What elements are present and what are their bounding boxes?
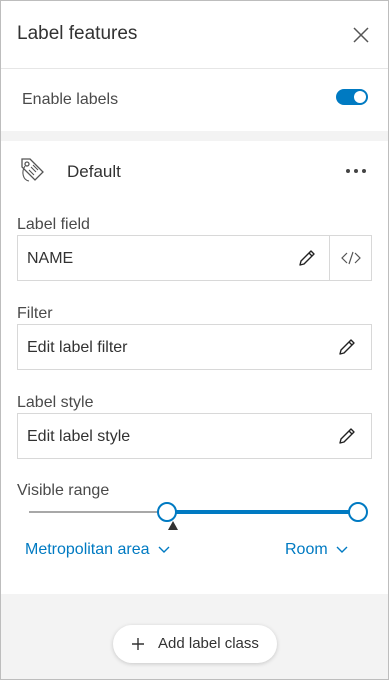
slider-min-thumb[interactable] bbox=[157, 502, 177, 522]
label-features-panel: Label features Enable labels Default Lab… bbox=[0, 0, 389, 680]
slider-max-thumb[interactable] bbox=[348, 502, 368, 522]
filter-value: Edit label filter bbox=[27, 339, 128, 356]
plus-icon bbox=[132, 638, 144, 650]
chevron-down-icon bbox=[336, 546, 348, 553]
tag-icon bbox=[21, 158, 44, 182]
max-scale-label: Room bbox=[285, 541, 328, 558]
more-icon bbox=[346, 169, 366, 173]
enable-labels-row: Enable labels bbox=[1, 69, 388, 131]
toggle-knob bbox=[354, 91, 366, 103]
enable-labels-label: Enable labels bbox=[22, 91, 119, 108]
panel-header: Label features bbox=[1, 1, 388, 69]
pencil-icon[interactable] bbox=[337, 426, 357, 446]
label-class-card: Default Label field NAME Filter Edit lab… bbox=[1, 141, 388, 594]
close-icon bbox=[353, 27, 369, 43]
visible-range-slider[interactable] bbox=[17, 501, 372, 530]
label-field-input[interactable]: NAME bbox=[17, 235, 372, 281]
max-scale-dropdown[interactable]: Room bbox=[285, 541, 348, 559]
slider-range-fill bbox=[167, 510, 357, 514]
chevron-down-icon bbox=[158, 546, 170, 553]
label-class-header: Default bbox=[1, 141, 388, 201]
enable-labels-toggle[interactable] bbox=[336, 89, 368, 105]
label-class-name: Default bbox=[67, 162, 121, 181]
panel-title: Label features bbox=[17, 23, 138, 44]
label-field-label: Label field bbox=[17, 216, 90, 233]
add-label-class-button[interactable]: Add label class bbox=[113, 625, 277, 663]
current-scale-marker bbox=[168, 521, 178, 530]
pencil-icon[interactable] bbox=[337, 337, 357, 357]
close-button[interactable] bbox=[351, 25, 371, 45]
filter-label: Filter bbox=[17, 305, 53, 322]
label-style-input[interactable]: Edit label style bbox=[17, 413, 372, 459]
min-scale-dropdown[interactable]: Metropolitan area bbox=[25, 541, 170, 559]
visible-range-label: Visible range bbox=[17, 482, 110, 499]
label-field-value: NAME bbox=[27, 250, 74, 267]
more-options-button[interactable] bbox=[344, 161, 368, 181]
add-label-class-label: Add label class bbox=[158, 635, 259, 652]
label-style-value: Edit label style bbox=[27, 428, 131, 445]
slider-track bbox=[29, 511, 167, 513]
min-scale-label: Metropolitan area bbox=[25, 541, 150, 558]
code-icon bbox=[341, 251, 361, 265]
pencil-icon[interactable] bbox=[297, 248, 317, 268]
label-style-label: Label style bbox=[17, 394, 94, 411]
filter-input[interactable]: Edit label filter bbox=[17, 324, 372, 370]
expression-button[interactable] bbox=[329, 236, 371, 280]
